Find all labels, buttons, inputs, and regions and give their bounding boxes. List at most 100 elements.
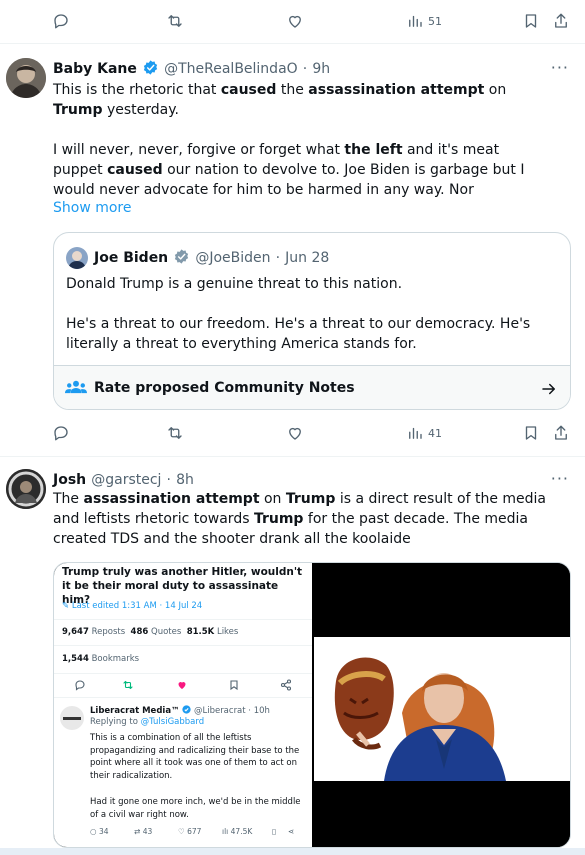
replying-to-handle: @TulsiGabbard (140, 717, 205, 727)
tweet-header: Josh @garstecj · 8h (53, 469, 194, 488)
dot-separator: · (275, 250, 281, 266)
quote-display-name: Joe Biden (94, 250, 169, 266)
reply-text-p1: This is a combination of all the leftist… (90, 733, 300, 781)
reply-icon (75, 680, 85, 691)
repost-icon (168, 427, 182, 439)
bookmark-icon (525, 426, 537, 440)
highlighted-text: Trump (285, 491, 336, 507)
reply-header: Liberacrat Media™ @Liberacrat · 10h (90, 705, 270, 716)
reply-display-name: Liberacrat Media™ (90, 706, 180, 716)
reply-handle: @Liberacrat · 10h (193, 706, 270, 716)
quote-text-line2: He's a threat to our freedom. He's a thr… (66, 316, 531, 352)
heart-icon: ♡ (178, 827, 185, 836)
embedded-tweet-screenshot[interactable]: Trump truly was another Hitler, wouldn't… (54, 563, 312, 847)
heart-filled-icon (178, 682, 186, 689)
people-icon (65, 380, 87, 394)
show-more-link[interactable]: Show more (53, 200, 132, 216)
reply-button[interactable] (52, 424, 70, 442)
analytics-icon (409, 15, 422, 27)
share-icon (555, 13, 567, 28)
views-button[interactable]: 51 (406, 12, 442, 30)
share-button[interactable] (552, 12, 570, 30)
dot-separator: · (302, 61, 308, 77)
more-options-icon[interactable]: ··· (551, 469, 569, 488)
tweet-text-p1: The assassination attempt on Trump is a … (53, 489, 553, 549)
highlighted-text: assassination attempt (308, 82, 485, 98)
bookmark-button[interactable] (522, 424, 540, 442)
text-segment: on (484, 82, 507, 98)
like-count: 677 (187, 827, 202, 836)
repost-icon: ⇄ (134, 827, 141, 836)
highlighted-text: Trump (53, 102, 103, 118)
handle[interactable]: @TheRealBelindaO (164, 61, 298, 77)
views-button[interactable]: 41 (406, 424, 442, 442)
bookmarks-label: Bookmarks (91, 654, 140, 664)
bookmarks-count: 1,544 (62, 654, 89, 664)
like-button[interactable] (286, 424, 304, 442)
avatar[interactable] (6, 58, 46, 98)
reposts-label: Reposts (91, 627, 126, 637)
verified-icon (182, 705, 191, 714)
tweet-text-p2: I will never, never, forgive or forget w… (53, 140, 553, 200)
repost-button[interactable] (166, 12, 184, 30)
tweet-text-p1: This is the rhetoric that caused the ass… (53, 80, 553, 120)
community-notes-bar[interactable]: Rate proposed Community Notes (54, 365, 570, 409)
reposts-count: 9,647 (62, 627, 89, 637)
tweet-divider (0, 456, 585, 457)
share-icon (280, 679, 292, 691)
tweet-header: Baby Kane @TheRealBelindaO · 9h (53, 58, 523, 77)
photo[interactable] (314, 563, 570, 847)
more-options-icon[interactable]: ··· (551, 58, 569, 77)
quote-avatar (66, 247, 88, 269)
likes-count: 81.5K (186, 627, 215, 637)
analytics-icon (409, 427, 422, 439)
reply-button[interactable] (52, 12, 70, 30)
pencil-icon: ✎ (62, 601, 70, 611)
highlighted-text: caused (220, 82, 277, 98)
photo-image (314, 637, 570, 781)
views-count: 51 (428, 14, 442, 28)
divider (54, 619, 312, 620)
media-container[interactable]: Trump truly was another Hitler, wouldn't… (53, 562, 571, 848)
reply-text-p2: Had it gone one more inch, we'd be in th… (90, 797, 301, 820)
text-segment: the (276, 82, 309, 98)
reply-icon (54, 14, 68, 29)
like-button[interactable] (286, 12, 304, 30)
share-icon: ⋖ (288, 827, 295, 836)
repost-icon (123, 680, 133, 690)
highlighted-text: assassination attempt (83, 491, 260, 507)
views-count: 41 (428, 426, 442, 440)
text-segment: yesterday. (102, 102, 179, 118)
bookmark-icon: ▯ (272, 827, 277, 836)
scroll-footer (0, 848, 585, 855)
divider (54, 645, 312, 646)
display-name[interactable]: Josh (53, 472, 86, 488)
verified-icon (143, 60, 158, 75)
timestamp[interactable]: 9h (312, 61, 330, 77)
avatar[interactable] (6, 469, 46, 509)
quote-header: Joe Biden @JoeBiden · Jun 28 (94, 247, 329, 266)
quote-card[interactable]: Joe Biden @JoeBiden · Jun 28 Donald Trum… (53, 232, 571, 410)
text-segment: The (53, 491, 84, 507)
edited-label: Last edited 1:31 AM · 14 Jul 24 (71, 601, 203, 611)
highlighted-text: caused (107, 162, 163, 178)
repost-button[interactable] (166, 424, 184, 442)
display-name[interactable]: Baby Kane (53, 61, 137, 77)
timestamp[interactable]: 8h (176, 472, 194, 488)
quote-handle: @JoeBiden (195, 250, 271, 266)
divider (54, 697, 312, 698)
top-action-bar: 51 (0, 2, 585, 42)
analytics-icon: ılı (222, 827, 229, 836)
bookmark-button[interactable] (522, 12, 540, 30)
share-button[interactable] (552, 424, 570, 442)
quotes-count: 486 (130, 627, 149, 637)
replying-to: Replying to @TulsiGabbard (90, 717, 204, 727)
quotes-label: Quotes (151, 627, 182, 637)
highlighted-text: the left (344, 142, 403, 158)
view-count: 47.5K (230, 827, 253, 836)
tweet-action-bar: 41 (0, 416, 585, 456)
handle[interactable]: @garstecj (91, 472, 161, 488)
reply-actions: ○ 34 ⇄ 43 ♡ 677 ılı 47.5K ▯ ⋖ (90, 827, 310, 839)
share-icon (555, 425, 567, 440)
reply-count: 34 (98, 827, 109, 836)
